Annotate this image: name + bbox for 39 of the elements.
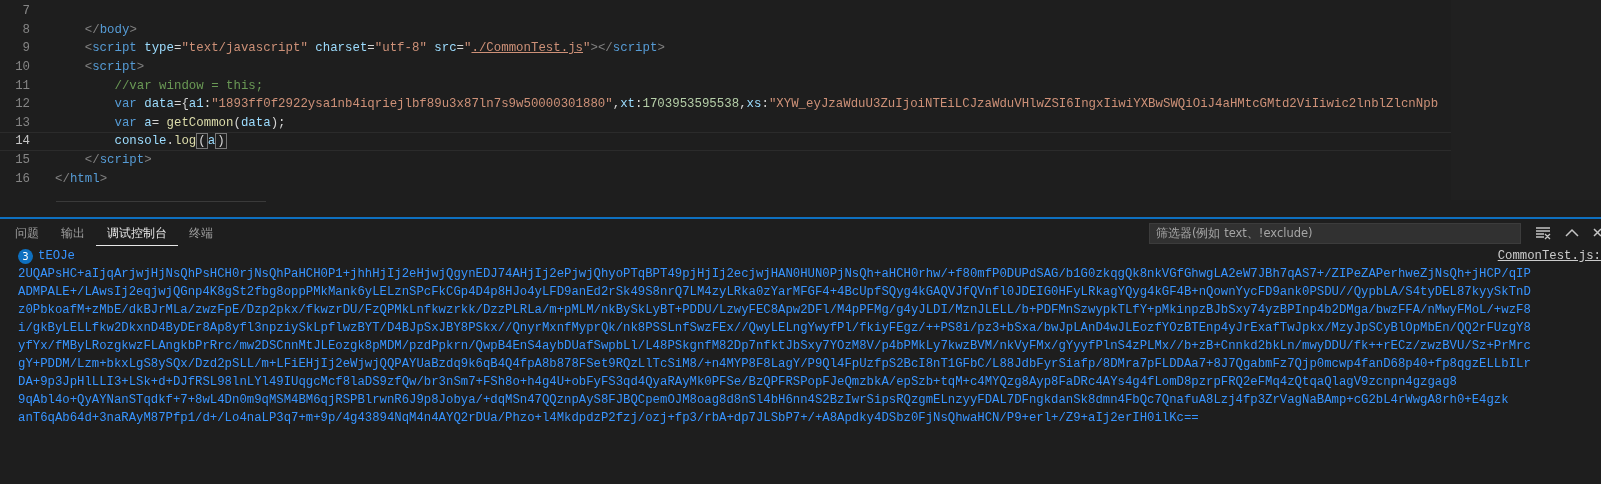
console-output-line: anT6qAb64d+3naRAyM87Pfp1/d+/Lo4naLP3q7+m+9p/4g43894NqM4n4AYQ2rDUa/Phzo+l4MkdpdzP2fzj/ozj+fp3/rbA+dp7JLSbP7+/+A8Apdky4DSbz0FjNsQhwaHCN/P9+erl+/Z9+aIj2erIH0ilKc==: [18, 410, 1200, 427]
console-output-line: gY+PDDM/Lzm+bkxLgS8ySQx/Dzd2pSLL/m+LFiEHjIj2eWjwjQQPAYUaBzdq9k6qB4Q4fpA8b878FSet9RQzLlTcSiM8/+n4MYP8F8LagY/P9Ql4FpUzfpS2BcI8nT1GFbC/L88JdbFyrSiafp/8DMra7pFLDDAa7+8J7QgabmFz7Qjp0mcwp4fanD68p40+fp8qgzELLbILr: [18, 356, 1532, 373]
repeat-count-badge: 3: [18, 248, 33, 264]
line-number: 12: [14, 97, 30, 112]
panel-tab[interactable]: 问题: [4, 220, 50, 246]
console-output-line: i/gkByLELLfkw2DkxnD4ByDEr8Ap8yfl3npziySkLpflwzBYT/D4BJpSxJBY8PSkx//QnyrMxnfMyprQk/nk8PSSLnfSwzFEx//QwyLELngYwyfPl/fkiyFEgz/++PS8i/pz3+bSxa/bwJpLAnD4wJLEozfYOzBTEnp4yJrExafTwJpkx/MzyJpSCyBlOpMbEn/QQ2rFUzgY8: [18, 320, 1532, 337]
source-link[interactable]: CommonTest.js:: [1497, 247, 1601, 265]
code-line: //var window = this;: [113, 78, 264, 93]
filter-field[interactable]: 筛选器(例如 text、!exclude): [1149, 222, 1521, 244]
code-line: <script>: [83, 60, 145, 75]
clear-console-icon[interactable]: [1535, 226, 1551, 240]
console-output-line: tEOJe: [38, 248, 75, 265]
line-number: 15: [14, 153, 30, 168]
panel-tab[interactable]: 调试控制台: [96, 220, 178, 246]
code-line: </body>: [83, 22, 137, 37]
console-output-line: ADMPALE+/LAwsIj2eqjwjQGnp4K8gSt2fbg8oppPMkMank6yLELznSPcFkCGp4D4p8HJo4yLFD9anEd2rSk49S8nrQ7LM4zyLRka0zYarMFGF4+4BcUpfSQyg4kGAQVJfQVnfl0JDEIG0HFyLRkagYQyg4kGF4B+nQownYycFD9ank0PSDU//QypbLA/S4tyDEL87kyySkTnD: [18, 284, 1532, 301]
line-number: 7: [21, 4, 30, 19]
code-line: console.log ( a ): [113, 134, 227, 149]
close-icon[interactable]: [1593, 227, 1601, 239]
console-output-line: 9qAbl4o+QyAYNanSTqdkf+7+8wL4Dn0m9qMSM4BM6qjRSPBlrwnR6J9p8Jobya/+dqMSn47QQznpAyS8FJBQCpemOJM8oag8d8nSl4bH6nn4S2BzIwrSipsRQzgmELnzyyFDAL7DFngkdanSk8dmn4FbQc7QnafuA8Lzj4fp3ZrVagNaBAmp+cG2bL4rWwgA8rh0+E4gzk: [18, 392, 1510, 409]
line-number: 9: [21, 41, 30, 56]
panel-tab[interactable]: 终端: [178, 220, 224, 246]
code-line: <script type="text/javascript" charset="utf-8" src="./CommonTest.js"></script>: [83, 41, 665, 56]
line-number: 14: [14, 134, 30, 149]
line-number: 11: [14, 78, 30, 93]
console-output-line: DA+9p3JpHlLLI3+LSk+d+DJfRSL98lnLYl49IUqgcMcf8laDS9zfQw/br3nSm7+FSh8o+h4g4U+obFyFS3qd4QyaRAyMk0PFSe/BzQPFRSPopFJeQmzbkA/epSzb+tqM+c4MYQzg8Ayp8FaDRc4AYs4g4fLomD8pzrpFRQ2eFMq4zQtqaQlagV9zcnpn4gzgag8: [18, 374, 1458, 391]
panel-tab[interactable]: 输出: [50, 220, 96, 246]
code-line: var data={a1:"1893ff0f2922ysa1nb4iqriejlbf89u3x87ln7s9w50000301880",xt:1703953595538,xs:"XYW_eyJzaWduU3ZuIjoiNTEiLCJzaWduVHlwZSI6IngxIiwiYXBwSWQiOiJ4aHMtcGMtd2ViIiwic2lnblZlcnNpb: [113, 97, 1439, 112]
code-line: var a= getCommon(data);: [113, 115, 286, 130]
line-number: 10: [14, 60, 30, 75]
console-output-line: 2UQAPsHC+aIjqArjwjHjNsQhPsHCH0rjNsQhPaHCH0P1+jhhHjIj2eHjwjQgynEDJ74AHjIj2ePjwjQhyoPTqBPT49pjHjIj2ecjwjHAN0HUN0PjNsQh+aHCH0rhw/+f80mfP0DUPdSAG/b1G0zkqgQk8nkVGfGhwgLA2eW7JBh7qAS7+/ZIPeZAPerhweZjNsQh+jHCP/qIP: [18, 266, 1532, 283]
console-output-line: z0PbkoafM+zMbE/dkBJrMLa/zwzFpE/Dzp2pkx/fkwzrDU/FzQPMkLnfkwzrkk/DzzPLRLa/m+pMLM/nkBySkLyBT+PDDU/LzwyFEC8Apw2DFl/M4pPFMg/g4yJLDI/MznJLELL/b+PDFMnSzwypkTLfY+pMkinpzBJbSxy74yzBPInp4b2DMga/bwzFFA/nMwyFMoL/+wzF8: [18, 302, 1532, 319]
code-line: </html>: [55, 171, 108, 186]
line-number: 8: [21, 22, 30, 37]
line-number: 16: [14, 171, 30, 186]
chevron-up-icon[interactable]: [1565, 228, 1579, 238]
code-line: </script>: [83, 153, 152, 168]
line-number: 13: [14, 115, 30, 130]
console-output-line: yfYx/fMByLRozgkwzFLAngkbPrRrc/mw2DSCnnMtJLEozgk8pMDM/pzdPpkrn/QwpB4EnS4aybDUafSwpbLl/L48PSkgnfM82Dp7nfktJbSxy7YOzM8V/p4bPMkLy7kwzBVM/nkVyFMx/gYyyfPlnS4zPLMx//b+zB+Cnnkd2bkLn/mwyDDU/fk++rECz/zwzBVU/Sz+PrMrc: [18, 338, 1532, 355]
